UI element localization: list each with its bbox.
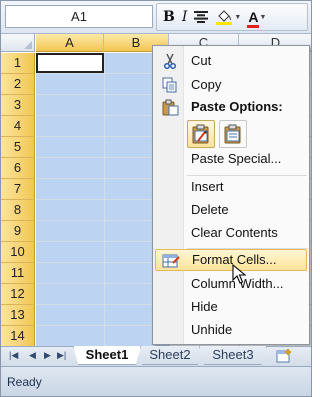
- mini-toolbar: B I ▼ A ▼: [156, 3, 308, 31]
- bold-button[interactable]: B: [163, 9, 175, 25]
- row-header-6[interactable]: 6: [1, 158, 35, 179]
- row-header-14[interactable]: 14: [1, 326, 35, 346]
- sheet-tab-sheet1[interactable]: Sheet1: [73, 346, 141, 365]
- last-sheet-icon[interactable]: ▶|: [57, 350, 66, 361]
- sheet-tab-sheet2[interactable]: Sheet2: [137, 346, 203, 365]
- sheet-tab-sheet3[interactable]: Sheet3: [199, 346, 267, 365]
- menu-item-insert[interactable]: Insert: [155, 176, 307, 198]
- font-color-icon: A: [247, 9, 260, 28]
- menu-item-label: Insert: [191, 179, 224, 194]
- mouse-cursor-icon: [232, 264, 246, 284]
- paste-option-formatting-button[interactable]: [187, 120, 215, 148]
- active-cell[interactable]: [36, 53, 104, 73]
- menu-item-label: Unhide: [191, 322, 233, 337]
- menu-item-delete[interactable]: Delete: [155, 199, 307, 221]
- row-header-8[interactable]: 8: [1, 200, 35, 221]
- paste-icon: [160, 98, 180, 116]
- menu-item-label: Hide: [191, 299, 218, 314]
- copy-icon: [160, 76, 180, 94]
- menu-item-label: Paste Special...: [191, 151, 282, 166]
- status-bar: Ready: [1, 366, 311, 396]
- scissors-icon: [160, 52, 180, 70]
- menu-item-label: Delete: [191, 202, 229, 217]
- excel-window: A1 B I ▼ A ▼ A B C D 123456 7 8 9 10 11 …: [0, 0, 312, 397]
- paste-options-label: Paste Options:: [191, 99, 283, 114]
- row-header-12[interactable]: 12: [1, 284, 35, 305]
- menu-item-cut[interactable]: Cut: [155, 50, 307, 72]
- paint-bucket-icon: [216, 10, 233, 25]
- menu-item-copy[interactable]: Copy: [155, 74, 307, 96]
- menu-item-format-cells[interactable]: Format Cells...: [155, 249, 307, 271]
- row-header-5[interactable]: 5: [1, 137, 35, 158]
- context-menu: Cut Copy Paste Options: Paste Special...…: [152, 45, 310, 345]
- menu-item-label: Clear Contents: [191, 225, 278, 240]
- name-box[interactable]: A1: [5, 5, 153, 28]
- italic-button[interactable]: I: [182, 9, 188, 25]
- menu-item-clear-contents[interactable]: Clear Contents: [155, 222, 307, 244]
- sheet-tab-bar: |◀ ◀ ▶ ▶| Sheet1 Sheet2 Sheet3: [1, 346, 311, 366]
- menu-item-label: Copy: [191, 77, 222, 92]
- paste-formatting-icon: [192, 124, 209, 144]
- menu-item-label: Cut: [191, 53, 212, 68]
- row-header-3[interactable]: 3: [1, 95, 35, 116]
- menu-item-unhide[interactable]: Unhide: [155, 319, 307, 341]
- row-header-4[interactable]: 4: [1, 116, 35, 137]
- menu-item-hide[interactable]: Hide: [155, 296, 307, 318]
- previous-sheet-icon[interactable]: ◀: [29, 350, 36, 361]
- row-header-2[interactable]: 2: [1, 74, 35, 95]
- paste-option-values-button[interactable]: [219, 120, 247, 148]
- row-header-1[interactable]: 1: [1, 53, 35, 74]
- row-header-11[interactable]: 11: [1, 263, 35, 284]
- formula-bar-area: A1 B I ▼ A ▼: [1, 1, 311, 34]
- first-sheet-icon[interactable]: |◀: [9, 350, 18, 361]
- fill-color-button[interactable]: ▼: [215, 9, 241, 25]
- format-cells-icon: [161, 252, 181, 270]
- menu-item-column-width[interactable]: Column Width...: [155, 273, 307, 295]
- chevron-down-icon[interactable]: ▼: [259, 14, 266, 21]
- select-all-button[interactable]: [1, 34, 35, 52]
- next-sheet-icon[interactable]: ▶: [44, 350, 51, 361]
- paste-icon: [224, 124, 241, 144]
- center-align-icon[interactable]: [194, 11, 209, 23]
- row-header-10[interactable]: 10: [1, 242, 35, 263]
- paste-options-heading: Paste Options:: [155, 96, 307, 118]
- row-header-13[interactable]: 13: [1, 305, 35, 326]
- font-color-button[interactable]: A ▼: [247, 9, 266, 28]
- row-header-9[interactable]: 9: [1, 221, 35, 242]
- chevron-down-icon[interactable]: ▼: [234, 14, 241, 21]
- column-header-a[interactable]: A: [36, 34, 104, 52]
- menu-item-paste-special[interactable]: Paste Special...: [155, 148, 307, 170]
- row-header-7[interactable]: 7: [1, 179, 35, 200]
- status-text: Ready: [7, 375, 42, 389]
